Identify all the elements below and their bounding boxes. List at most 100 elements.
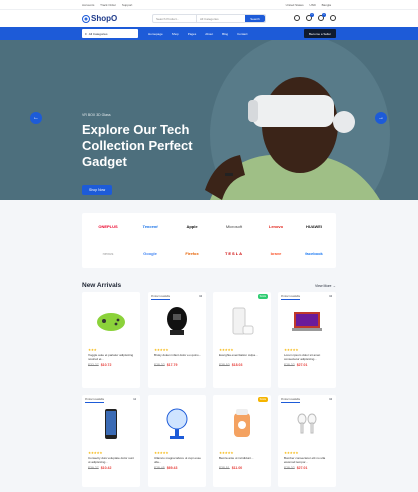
old-price: $39.27 [88, 466, 99, 470]
all-categories-label: All Categories [88, 31, 108, 36]
product-card[interactable]: SALE ★★★★★ Bemla ante ut incididunt... $38.… [213, 395, 271, 487]
search-input[interactable]: Search Product... [153, 15, 197, 22]
category-dropdown[interactable]: All Categories [197, 15, 245, 22]
product-counter: 04 [329, 398, 332, 401]
search-button[interactable]: Search [245, 15, 265, 22]
search-bar: Search Product... All Categories Search [152, 14, 266, 23]
logo[interactable]: ◉ ShopO [82, 14, 117, 23]
rating-stars: ★★★★★ [88, 451, 103, 455]
product-price: $28.32 $27.01 [284, 466, 307, 470]
product-card[interactable]: SALE ★★★★★ Exerghia exercitation culpa... $… [213, 292, 271, 388]
old-price: $28.32 [154, 363, 165, 367]
product-card[interactable]: Product available ★★★★★ Broky doken infant… [148, 292, 206, 388]
product-name[interactable]: Xoggle aute et pariatur adipisicing nost… [88, 353, 136, 361]
hero-prev-button[interactable]: ← [30, 112, 42, 124]
header: ◉ ShopO Search Product... All Categories… [0, 10, 418, 27]
old-price: $38.53 [219, 363, 230, 367]
product-counter: 04 [329, 295, 332, 298]
product-price: $28.45 $69.43 [154, 466, 177, 470]
rating-stars: ★★★★★ [154, 451, 169, 455]
product-card[interactable]: Product available ★★★★★ Consecty duis volu… [82, 395, 140, 487]
sale-badge: SALE [257, 397, 268, 402]
brand-google[interactable]: Google [128, 251, 172, 256]
nav-blog[interactable]: Blog [222, 32, 228, 36]
product-image[interactable] [96, 407, 126, 441]
wishlist-icon[interactable]: 0 [306, 13, 314, 21]
product-image[interactable] [292, 407, 322, 441]
become-seller-button[interactable]: Become a Seller [303, 29, 336, 38]
product-image[interactable] [227, 407, 257, 441]
nav-shop[interactable]: Shop [172, 32, 179, 36]
product-card[interactable]: ★★★★★ Ullamco magna labore ut cupi esse u… [148, 395, 206, 487]
old-price: $28.32 [284, 363, 295, 367]
accounts-link[interactable]: Accounts [82, 3, 94, 7]
product-name[interactable]: Bomber consectetur elit no ulla eiusmod … [284, 456, 332, 464]
product-name[interactable]: Lorem ipsum dolor sit amet consectetur a… [284, 353, 332, 361]
product-image[interactable] [227, 304, 257, 338]
view-more-link[interactable]: View More → [315, 284, 336, 288]
new-price: $11.00 [231, 466, 243, 470]
old-price: $28.45 [154, 466, 165, 470]
product-card[interactable]: Product available ★★★★★ Lorem ipsum dolor … [278, 292, 336, 388]
support-link[interactable]: Support [122, 3, 133, 7]
language-select[interactable]: Bangla [322, 3, 331, 7]
cart-icon[interactable]: 0 [318, 13, 326, 21]
nav-contact[interactable]: Contact [237, 32, 247, 36]
section-title: New Arrivals [82, 282, 122, 289]
arrow-left-icon: ← [33, 115, 39, 121]
brand-huawei[interactable]: HUAWEI [292, 224, 336, 229]
product-name[interactable]: Consecty duis voluptate dolor sunt ut ad… [88, 456, 136, 464]
new-price: $10.42 [100, 466, 112, 470]
product-price: $38.53 $18.03 [219, 363, 242, 367]
hero-title: Explore Our Tech Collection Perfect Gadg… [82, 122, 193, 169]
brand-microsoft[interactable]: Microsoft [212, 224, 256, 229]
brand-logos: ONEPLUS Tencent Apple Microsoft Lenovo H… [82, 213, 336, 268]
product-price: $28.32 $17.79 [154, 363, 177, 367]
brand-firefox[interactable]: Firefox [170, 251, 214, 256]
product-image[interactable] [292, 304, 322, 338]
brand-tesla[interactable]: TESLA [212, 251, 256, 256]
compare-icon[interactable] [294, 15, 300, 21]
product-image[interactable] [162, 407, 192, 441]
cart-count: 0 [322, 13, 326, 17]
product-name[interactable]: Broky doken infant dolor eu quino... [154, 353, 202, 357]
brand-tencent[interactable]: Tencent [128, 224, 172, 229]
nav-about[interactable]: About [205, 32, 213, 36]
track-order-link[interactable]: Track Order [100, 3, 116, 7]
hero-next-button[interactable]: → [375, 112, 387, 124]
hero-kicker: VR BOX 3D Glass [82, 113, 111, 117]
main-nav: ≡ All Categories Homepage Shop Pages Abo… [0, 27, 418, 40]
user-icon[interactable] [330, 15, 336, 21]
availability-tag: Product available [281, 398, 301, 403]
brand-oneplus[interactable]: ONEPLUS [86, 224, 130, 229]
rating-stars: ★★★★★ [284, 451, 299, 455]
new-price: $17.79 [166, 363, 178, 367]
all-categories-button[interactable]: ≡ All Categories [82, 29, 138, 38]
new-price: $10.72 [100, 363, 112, 367]
wishlist-count: 0 [310, 13, 314, 17]
product-card[interactable]: ★★★ Xoggle aute et pariatur adipisicing n… [82, 292, 140, 388]
currency-select[interactable]: USD [309, 3, 315, 7]
shop-now-button[interactable]: Shop Now [82, 185, 113, 195]
brand-apple[interactable]: Apple [170, 224, 214, 229]
product-price: $32.27 $10.72 [88, 363, 111, 367]
product-price: $38.51 $11.00 [219, 466, 242, 470]
nav-pages[interactable]: Pages [188, 32, 197, 36]
country-select[interactable]: United States [286, 3, 304, 7]
product-counter: 04 [199, 295, 202, 298]
product-counter: 12 [133, 398, 136, 401]
nav-homepage[interactable]: Homepage [148, 32, 163, 36]
old-price: $38.51 [219, 466, 230, 470]
product-name[interactable]: Exerghia exercitation culpa... [219, 353, 267, 357]
brand-facebook[interactable]: facebook [292, 251, 336, 256]
new-price: $27.01 [296, 363, 308, 367]
product-name[interactable]: Bemla ante ut incididunt... [219, 456, 267, 460]
new-price: $18.03 [231, 363, 243, 367]
product-card[interactable]: Product available ★★★★★ Bomber consectetur… [278, 395, 336, 487]
new-price: $69.43 [166, 466, 178, 470]
rating-stars: ★★★★★ [219, 451, 234, 455]
product-image[interactable] [96, 304, 126, 338]
product-image[interactable] [162, 304, 192, 338]
brand-nexus[interactable]: nexus [86, 251, 130, 256]
product-name[interactable]: Ullamco magna labore ut cupi esse ulla..… [154, 456, 202, 464]
